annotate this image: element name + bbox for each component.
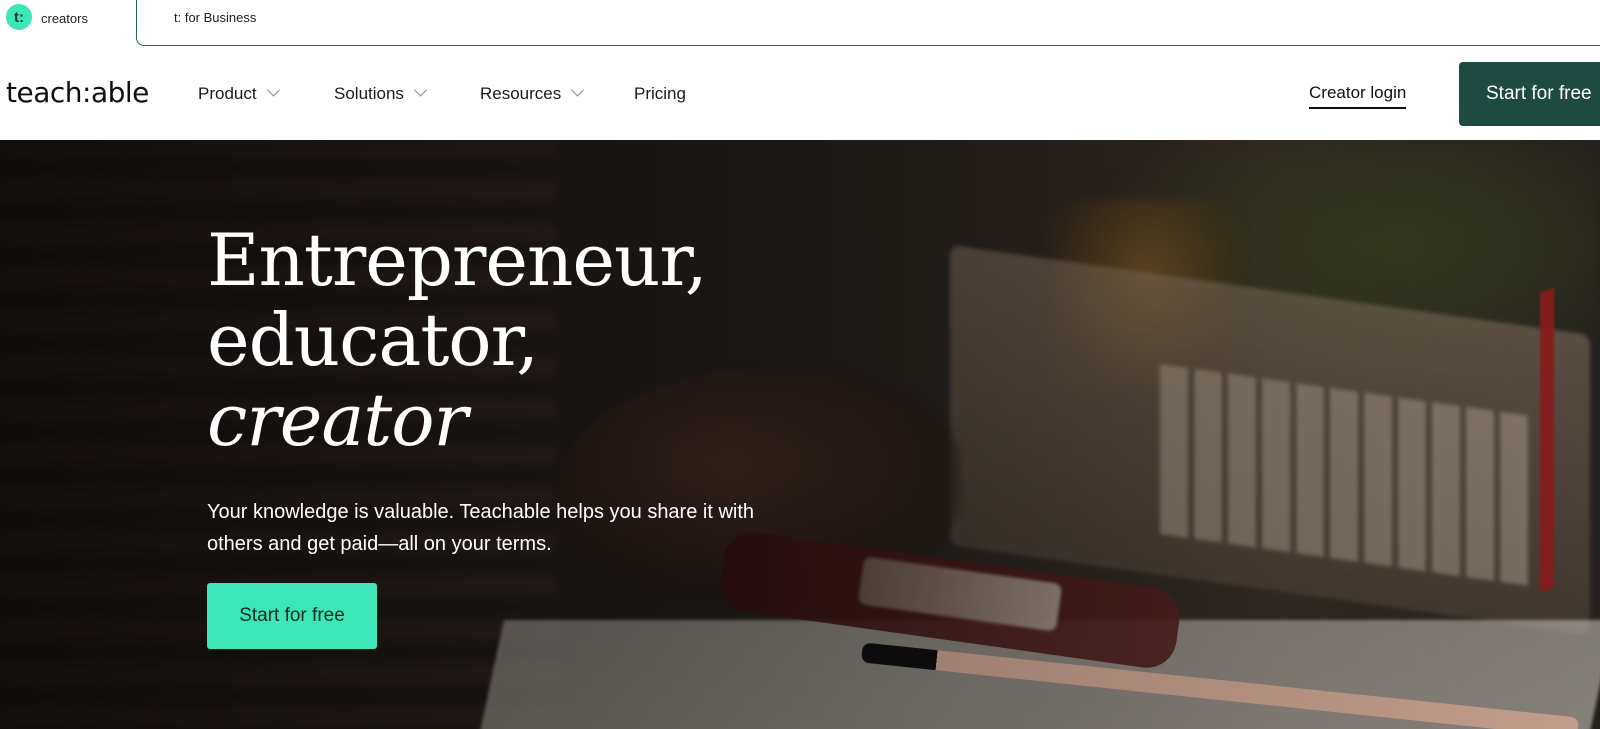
switcher-tab-creators[interactable]: t: creators: [0, 0, 136, 46]
nav-item-solutions[interactable]: Solutions: [334, 83, 427, 104]
hero-content: Entrepreneur, educator, creator Your kno…: [207, 220, 807, 649]
switcher-tab-business[interactable]: t: for Business: [136, 0, 1600, 46]
nav-item-label: Resources: [480, 84, 562, 103]
hero-subtitle: Your knowledge is valuable. Teachable he…: [207, 501, 755, 555]
main-nav: teach:able Product Solutions Resources P…: [0, 48, 1600, 140]
nav-item-product[interactable]: Product: [198, 83, 280, 104]
switcher-tab-creators-label: creators: [41, 11, 88, 26]
headline-line-3: creator: [207, 378, 468, 462]
nav-item-label: Solutions: [334, 84, 404, 103]
hero-headline: Entrepreneur, educator, creator: [207, 220, 807, 460]
headline-line-2: educator,: [207, 298, 539, 382]
nav-item-label: Pricing: [634, 84, 686, 103]
creator-login-link[interactable]: Creator login: [1309, 83, 1407, 109]
start-for-free-button[interactable]: Start for free: [1459, 62, 1600, 126]
hero-section: Entrepreneur, educator, creator Your kno…: [0, 140, 1600, 729]
nav-item-label: Product: [198, 84, 257, 103]
chevron-down-icon: [414, 83, 427, 97]
site-switcher: t: creators t: for Business: [0, 0, 1600, 48]
switcher-tab-business-label: t: for Business: [174, 10, 257, 25]
headline-line-1: Entrepreneur,: [207, 218, 708, 302]
chevron-down-icon: [571, 83, 585, 97]
chevron-down-icon: [266, 83, 280, 97]
teachable-badge-icon: t:: [6, 4, 32, 30]
teachable-logo[interactable]: teach:able: [6, 76, 149, 109]
nav-item-resources[interactable]: Resources: [480, 83, 585, 104]
hero-start-for-free-button[interactable]: Start for free: [207, 583, 377, 649]
nav-item-pricing[interactable]: Pricing: [634, 84, 686, 104]
